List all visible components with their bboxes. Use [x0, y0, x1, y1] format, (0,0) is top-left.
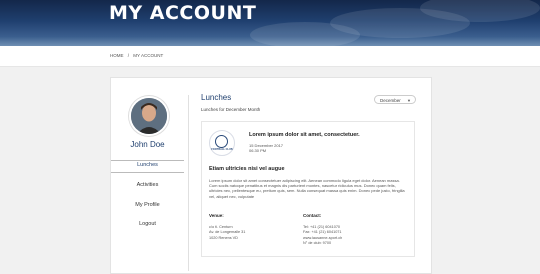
- chevron-down-icon: ▼: [407, 98, 411, 103]
- event-description: Lorem ipsum dolor sit amet consectetuer …: [209, 178, 405, 199]
- breadcrumb: HOME / MY ACCOUNT: [110, 53, 166, 58]
- hero-banner: MY ACCOUNT: [0, 0, 540, 46]
- account-card: John Doe Lunches Activities My Profile L…: [110, 77, 432, 274]
- breadcrumb-bar: HOME / MY ACCOUNT: [0, 46, 540, 67]
- event-heading: Etiam ultricies nisi vel augue: [209, 166, 285, 172]
- club-logo-text: FOOTBALL CLUB: [211, 148, 233, 151]
- contact-label: Contact:: [303, 213, 322, 218]
- venue-label: Venue:: [209, 213, 224, 218]
- page-title: MY ACCOUNT: [109, 2, 257, 24]
- menu-divider: [111, 160, 184, 161]
- menu-item-logout[interactable]: Logout: [111, 221, 184, 227]
- profile-name: John Doe: [130, 140, 165, 149]
- contact-details: Tel: +41 (21) 6041070 Fax: +41 (21) 6041…: [303, 225, 342, 247]
- menu-item-lunches[interactable]: Lunches: [111, 162, 184, 168]
- breadcrumb-current: MY ACCOUNT: [133, 53, 164, 58]
- month-select-value: December: [380, 98, 401, 103]
- venue-line: 1020 Renens VD: [209, 235, 238, 240]
- club-logo: FOOTBALL CLUB: [209, 130, 235, 156]
- column-divider: [188, 95, 189, 271]
- menu-item-activities[interactable]: Activities: [111, 182, 184, 188]
- section-title: Lunches: [201, 93, 232, 102]
- breadcrumb-separator: /: [127, 53, 130, 58]
- menu-divider: [111, 172, 184, 173]
- event-time: 06.30 PM: [249, 148, 267, 153]
- event-datetime: 15 December 2017 06.30 PM: [249, 143, 283, 153]
- month-select[interactable]: December ▼: [374, 95, 416, 104]
- contact-club-number: N° de club: 9700: [303, 241, 332, 246]
- avatar: [129, 96, 169, 136]
- breadcrumb-home[interactable]: HOME: [110, 53, 124, 58]
- event-card: FOOTBALL CLUB Lorem ipsum dolor sit amet…: [201, 121, 415, 257]
- crest-icon: [215, 135, 228, 148]
- event-title: Lorem ipsum dolor sit amet, consectetuer…: [249, 132, 360, 138]
- menu-item-my-profile[interactable]: My Profile: [111, 202, 184, 208]
- section-subtitle: Lunches for December Month: [201, 107, 261, 112]
- venue-address: c/o ti. Centurn Av. de Longemalle 31 102…: [209, 225, 245, 241]
